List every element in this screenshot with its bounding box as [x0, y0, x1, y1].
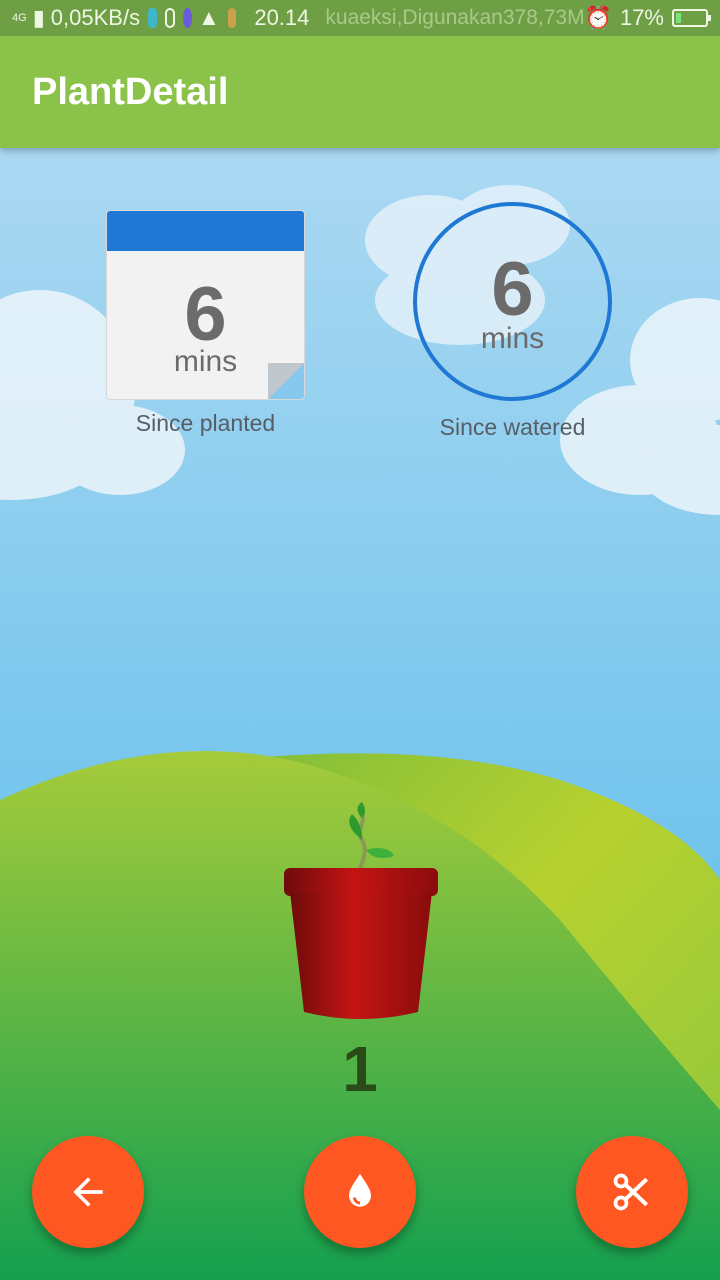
plant-count: 1: [342, 1033, 378, 1105]
app-badge-icon: [227, 8, 237, 28]
status-bar: 4G ▮ 0,05KB/s ▲ 20.14 kuaeksi,Digunakan3…: [0, 0, 720, 36]
since-watered-label: Since watered: [439, 414, 586, 440]
instagram-icon: [164, 8, 176, 28]
watered-minutes-value: 6: [491, 247, 534, 332]
warning-icon: ▲: [198, 5, 220, 30]
battery-icon: [672, 9, 711, 27]
signal-icon: ▮: [32, 5, 45, 30]
water-button[interactable]: [304, 1136, 416, 1248]
water-drop-icon: [349, 1173, 371, 1207]
watered-minutes-unit: mins: [480, 322, 545, 355]
calendar-counter: 6 mins: [106, 210, 305, 400]
background-notification-text: kuaeksi,Digunakan378,73M: [325, 6, 585, 29]
calendar-header-band: [107, 211, 304, 251]
app-icon: [183, 8, 192, 28]
page-curl-icon: [268, 363, 304, 399]
clock: 20.14: [254, 5, 310, 30]
network-speed: 0,05KB/s: [50, 5, 141, 30]
battery-percent: 17%: [619, 5, 664, 30]
scissors-icon: [613, 1173, 649, 1211]
cut-button[interactable]: [576, 1136, 688, 1248]
page-title: PlantDetail: [32, 70, 229, 113]
network-type: 4G: [12, 12, 27, 24]
alarm-icon: ⏰: [584, 5, 612, 30]
watering-ring-counter: 6 mins: [413, 202, 612, 401]
arrow-left-icon: [73, 1177, 103, 1207]
since-planted-label: Since planted: [135, 410, 276, 436]
notification-icon: [148, 8, 157, 28]
app-bar: PlantDetail: [0, 36, 720, 148]
back-button[interactable]: [32, 1136, 144, 1248]
